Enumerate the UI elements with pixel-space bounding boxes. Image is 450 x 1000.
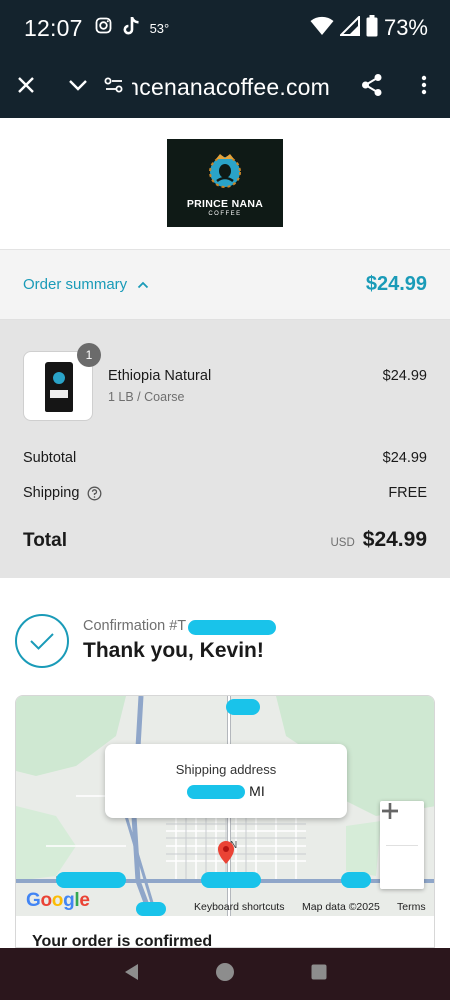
coffee-bag-image <box>45 362 73 412</box>
help-circle-icon[interactable] <box>87 486 102 501</box>
logo-emblem-icon <box>209 154 241 188</box>
shipping-address-state: MI <box>249 783 265 799</box>
browser-toolbar: princenanacoffee.com <box>0 56 450 118</box>
shipping-address-popup: Shipping address MI <box>105 744 347 818</box>
logo-subtitle: COFFEE <box>208 211 242 217</box>
map[interactable]: N N W Shipping address MI <box>16 696 434 916</box>
confirmation-number: Confirmation #T <box>83 618 187 634</box>
shipping-map-card: N N W Shipping address MI <box>15 695 435 948</box>
wifi-icon <box>310 16 334 41</box>
redaction-mark <box>226 699 260 715</box>
status-bar: 12:07 53° 73% <box>0 0 450 56</box>
map-data-attribution: Map data ©2025 <box>302 901 380 913</box>
redaction-mark <box>188 620 276 635</box>
store-logo[interactable]: PRINCE NANA COFFEE <box>167 139 283 227</box>
signal-icon <box>338 14 360 41</box>
terms-link[interactable]: Terms <box>397 901 426 913</box>
keyboard-shortcuts-link[interactable]: Keyboard shortcuts <box>194 901 284 913</box>
subtotal-row: Subtotal $24.99 <box>23 450 427 466</box>
product-price: $24.99 <box>382 368 427 384</box>
line-item: 1 Ethiopia Natural 1 LB / Coarse $24.99 <box>23 343 427 421</box>
page: 12:07 53° 73% ncenanacoffee.com PRINCE N… <box>0 0 450 1000</box>
tiktok-icon <box>122 16 140 41</box>
subtotal-label: Subtotal <box>23 450 77 466</box>
system-navigation-bar <box>0 948 450 1000</box>
order-summary-total: $24.99 <box>365 273 427 295</box>
product-name: Ethiopia Natural <box>108 368 212 384</box>
redaction-mark <box>136 902 166 916</box>
home-button[interactable] <box>205 954 245 994</box>
shipping-value: FREE <box>388 485 427 501</box>
product-variant: 1 LB / Coarse <box>108 390 185 404</box>
confirmation-check-icon <box>15 614 69 668</box>
share-icon <box>361 73 383 102</box>
thank-you-heading: Thank you, Kevin! <box>83 639 264 662</box>
shipping-row: Shipping FREE <box>23 485 427 501</box>
share-button[interactable] <box>346 56 398 118</box>
site-header: PRINCE NANA COFFEE <box>0 118 450 250</box>
order-confirmed-heading: Your order is confirmed <box>32 933 213 948</box>
shipping-address-title: Shipping address <box>175 762 277 777</box>
total-row: Total USD $24.99 <box>23 528 427 552</box>
redaction-mark <box>187 785 246 800</box>
close-tab-button[interactable] <box>0 56 52 118</box>
shipping-address-value: MI <box>105 783 347 800</box>
total-currency: USD <box>330 537 355 549</box>
zoom-controls <box>380 801 424 889</box>
back-triangle-icon <box>122 962 140 987</box>
redaction-mark <box>341 872 371 888</box>
address-bar[interactable]: princenanacoffee.com <box>104 74 346 101</box>
recents-button[interactable] <box>299 954 339 994</box>
status-time: 12:07 <box>24 14 83 41</box>
shipping-label: Shipping <box>23 485 80 501</box>
total-label: Total <box>23 530 67 551</box>
chevron-up-icon <box>137 276 149 294</box>
url-text[interactable]: princenanacoffee.com <box>132 74 330 101</box>
site-settings-icon[interactable] <box>104 76 124 99</box>
chevron-down-icon <box>68 78 88 96</box>
order-summary-toggle[interactable]: Order summary $24.99 <box>0 250 450 320</box>
more-vert-icon <box>421 75 427 100</box>
logo-name: PRINCE NANA <box>186 198 264 210</box>
quantity-badge: 1 <box>77 343 101 367</box>
back-button[interactable] <box>111 954 151 994</box>
instagram-icon <box>95 17 112 39</box>
google-logo[interactable]: Google <box>26 890 90 912</box>
battery-level: 73% <box>383 15 428 40</box>
subtotal-value: $24.99 <box>382 450 427 466</box>
battery-icon <box>366 14 378 42</box>
total-value: $24.99 <box>362 528 427 551</box>
status-system-icons: 73% <box>310 14 428 42</box>
zoom-out-button[interactable] <box>380 809 424 889</box>
redaction-mark <box>56 872 126 888</box>
more-options-button[interactable] <box>398 56 450 118</box>
order-summary-panel: 1 Ethiopia Natural 1 LB / Coarse $24.99 … <box>0 320 450 578</box>
order-summary-label: Order summary <box>23 276 128 293</box>
recents-square-icon <box>310 963 328 986</box>
close-icon <box>17 76 35 99</box>
status-temperature: 53° <box>149 20 170 36</box>
home-circle-icon <box>215 962 235 987</box>
redaction-mark <box>201 872 261 888</box>
status-notification-icons: 53° <box>95 16 170 41</box>
minimize-button[interactable] <box>52 56 104 118</box>
